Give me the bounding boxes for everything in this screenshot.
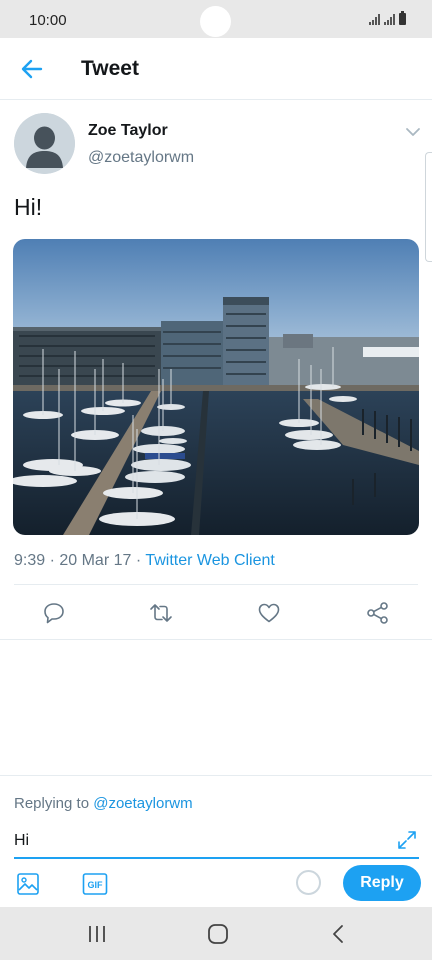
image-icon: [17, 873, 39, 895]
battery-icon: [399, 11, 406, 25]
scroll-handle[interactable]: [425, 152, 432, 262]
app-header: Tweet: [0, 38, 432, 100]
tweet-meta: 9:39 · 20 Mar 17 · Twitter Web Client: [14, 552, 275, 570]
heart-icon: [258, 603, 280, 623]
expand-composer-button[interactable]: [396, 829, 418, 851]
divider: [0, 639, 432, 640]
add-gif-button[interactable]: GIF: [82, 872, 108, 896]
share-action-button[interactable]: [365, 600, 391, 626]
status-time: 10:00: [29, 12, 67, 29]
replying-to-label: Replying to @zoetaylorwm: [14, 795, 193, 812]
arrow-left-icon: [21, 59, 43, 79]
back-nav-button[interactable]: [327, 922, 351, 946]
author-name[interactable]: Zoe Taylor: [88, 122, 168, 140]
character-counter: [296, 870, 321, 895]
tweet-menu-button[interactable]: [403, 122, 423, 142]
input-underline: [14, 857, 419, 859]
chevron-down-icon: [406, 128, 420, 136]
back-button[interactable]: [17, 54, 47, 84]
tweet-text: Hi!: [14, 194, 43, 220]
recent-apps-icon: [89, 926, 105, 942]
svg-text:GIF: GIF: [88, 880, 104, 890]
divider: [14, 584, 418, 585]
reply-action-button[interactable]: [41, 600, 67, 626]
retweet-icon: [150, 604, 172, 622]
signal-icon: [369, 14, 380, 25]
replying-prefix: Replying to: [14, 795, 94, 812]
recent-apps-button[interactable]: [85, 922, 109, 946]
default-avatar-icon: [14, 113, 75, 174]
system-nav-bar: [0, 907, 432, 960]
status-bar: 10:00: [0, 0, 432, 38]
reply-button[interactable]: Reply: [343, 865, 421, 901]
tweet-timestamp: 9:39 · 20 Mar 17 ·: [14, 552, 146, 569]
like-action-button[interactable]: [256, 600, 282, 626]
share-icon: [367, 602, 388, 624]
retweet-action-button[interactable]: [148, 600, 174, 626]
marina-photo: [13, 239, 419, 535]
avatar[interactable]: [14, 113, 75, 174]
camera-cutout: [200, 6, 231, 37]
reply-input[interactable]: Hi: [14, 828, 419, 858]
tweet-photo[interactable]: [13, 239, 419, 535]
page-title: Tweet: [81, 57, 139, 80]
author-handle[interactable]: @zoetaylorwm: [88, 149, 194, 167]
signal-icon: [384, 14, 395, 25]
replying-to-mention[interactable]: @zoetaylorwm: [93, 795, 192, 812]
chevron-left-icon: [333, 925, 343, 943]
status-icons: [369, 11, 406, 25]
expand-icon: [398, 831, 416, 849]
home-icon: [208, 924, 228, 944]
comment-icon: [44, 603, 64, 624]
tweet-client-link[interactable]: Twitter Web Client: [145, 552, 275, 569]
home-button[interactable]: [206, 922, 230, 946]
reply-composer: Replying to @zoetaylorwm Hi GIF Reply: [0, 775, 432, 906]
add-image-button[interactable]: [16, 872, 40, 896]
gif-icon: GIF: [82, 873, 108, 895]
